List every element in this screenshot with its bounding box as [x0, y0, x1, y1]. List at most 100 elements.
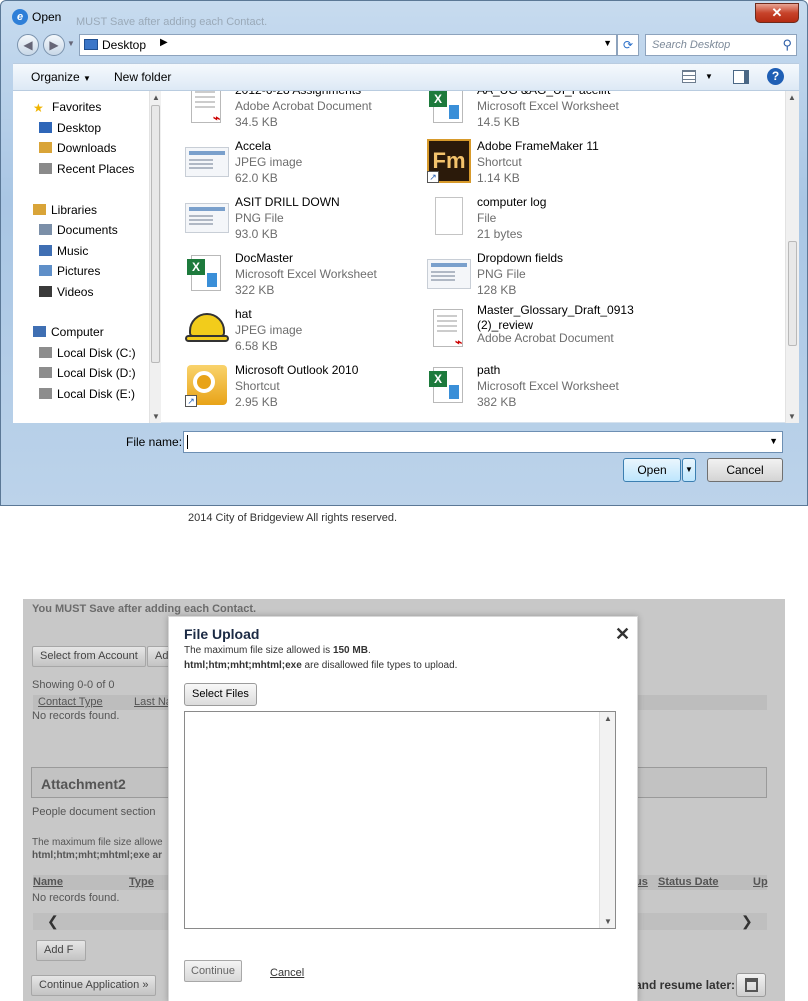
col-status-date[interactable]: Status Date [658, 876, 719, 888]
save-resume-button[interactable] [736, 973, 766, 997]
file-list-scrollbar[interactable]: ▲ ▼ [785, 91, 799, 423]
framemaker-icon: Fm ↗ [427, 139, 471, 183]
scroll-down-icon[interactable]: ▼ [152, 412, 160, 421]
file-name-input[interactable]: ▼ [183, 431, 783, 453]
col-type[interactable]: Type [129, 876, 154, 888]
pictures-icon [39, 265, 52, 276]
scroll-left-icon[interactable]: ❮ [47, 913, 59, 930]
select-from-account-button[interactable]: Select from Account [32, 646, 146, 667]
scroll-down-icon[interactable]: ▼ [604, 917, 612, 926]
col-upload[interactable]: Up [753, 876, 768, 888]
modal-title: File Upload [184, 626, 260, 642]
nav-item[interactable]: Local Disk (E:) [39, 387, 135, 401]
file-name: hat [235, 307, 252, 321]
file-upload-modal: File Upload ✕ The maximum file size allo… [168, 616, 638, 1001]
file-item[interactable]: ⌁ Master_Glossary_Draft_0913 (2)_review Ad… [427, 303, 667, 359]
select-files-button[interactable]: Select Files [184, 683, 257, 706]
recent-pages-chevron-icon[interactable]: ▼ [67, 39, 75, 48]
nav-item-label: Desktop [57, 121, 102, 135]
col-name[interactable]: Name [33, 876, 63, 888]
pdf-icon: ⌁ [427, 307, 471, 351]
file-type: Adobe Acrobat Document [477, 331, 614, 345]
continue-application-button[interactable]: Continue Application » [31, 975, 157, 996]
disk-icon [39, 388, 52, 399]
cancel-button[interactable]: Cancel [707, 458, 783, 482]
disallowed-types: html;htm;mht;mhtml;exe [184, 660, 302, 671]
upload-file-list[interactable]: ▲ ▼ [184, 711, 616, 929]
add-file-button[interactable]: Add F [36, 940, 86, 961]
new-folder-button[interactable]: New folder [114, 70, 171, 84]
file-item[interactable]: Fm ↗ Adobe FrameMaker 11 Shortcut 1.14 KB [427, 137, 667, 191]
scroll-down-icon[interactable]: ▼ [788, 412, 796, 421]
nav-item[interactable]: Pictures [39, 264, 100, 278]
preview-pane-icon[interactable] [733, 70, 749, 84]
nav-item[interactable]: Videos [39, 285, 93, 299]
continue-button[interactable]: Continue [184, 960, 243, 982]
nav-item[interactable]: Downloads [39, 141, 116, 155]
scroll-thumb[interactable] [788, 241, 797, 346]
forward-button[interactable]: ▶ [43, 34, 65, 56]
nav-item[interactable]: Local Disk (D:) [39, 366, 136, 380]
documents-icon [39, 224, 52, 235]
nav-item[interactable]: Desktop [39, 121, 101, 135]
col-contact-type[interactable]: Contact Type [38, 696, 103, 708]
back-button[interactable]: ◀ [17, 34, 39, 56]
file-item[interactable]: X DocMaster Microsoft Excel Worksheet 322 K… [185, 249, 425, 303]
file-item[interactable]: X AA_UG &AG_UI_Facelift Microsoft Excel Wo… [427, 91, 667, 135]
recent-places-icon [39, 163, 52, 174]
disallowed-types-text: html;htm;mht;mhtml;exe ar [32, 850, 163, 861]
copyright-text: 2014 City of Bridgeview All rights reser… [188, 512, 398, 524]
view-options-chevron-icon[interactable]: ▼ [705, 72, 713, 81]
help-icon[interactable]: ? [767, 68, 784, 85]
nav-item[interactable]: Local Disk (C:) [39, 346, 136, 360]
file-item[interactable]: ASIT DRILL DOWN PNG File 93.0 KB [185, 193, 425, 247]
navigation-pane: ★ Favorites Desktop Downloads Recent Places L… [13, 91, 161, 423]
nav-item[interactable]: Computer [33, 325, 104, 339]
file-item[interactable]: Accela JPEG image 62.0 KB [185, 137, 425, 191]
close-icon[interactable]: ✕ [615, 624, 630, 645]
breadcrumb-arrow-icon[interactable]: ▶ [160, 37, 168, 48]
file-name: Accela [235, 139, 272, 153]
navigation-scrollbar[interactable]: ▲ ▼ [149, 91, 161, 423]
file-name: Adobe FrameMaker 11 [477, 139, 599, 153]
scroll-up-icon[interactable]: ▲ [604, 714, 612, 723]
nav-item[interactable]: Documents [39, 223, 118, 237]
change-view-icon[interactable] [682, 70, 696, 83]
file-name-dropdown-icon[interactable]: ▼ [769, 436, 778, 446]
scroll-up-icon[interactable]: ▲ [788, 93, 796, 102]
file-item[interactable]: ⌁ 2012-6-28 Assignments Adobe Acrobat Docu… [185, 91, 425, 135]
computer-icon [33, 326, 46, 337]
file-item[interactable]: Xpath Microsoft Excel Worksheet 382 KB [427, 361, 667, 415]
file-item[interactable]: computer log File 21 bytes [427, 193, 667, 247]
pdf-icon: ⌁ [185, 91, 229, 127]
col-last-name[interactable]: Last Na [134, 696, 172, 708]
cancel-link[interactable]: Cancel [270, 967, 304, 979]
scroll-up-icon[interactable]: ▲ [152, 93, 160, 102]
nav-item[interactable]: ★ Favorites [33, 100, 101, 115]
max-size-value: 150 MB [332, 645, 368, 656]
file-item[interactable]: hat JPEG image 6.58 KB [185, 305, 425, 359]
nav-item[interactable]: Libraries [33, 203, 97, 217]
file-type: PNG File [477, 267, 526, 281]
scroll-right-icon[interactable]: ❯ [741, 913, 753, 930]
organize-menu[interactable]: Organize ▼ [31, 70, 91, 84]
file-item[interactable]: ↗ Microsoft Outlook 2010 Shortcut 2.95 KB [185, 361, 425, 415]
address-bar[interactable]: Desktop ▶ ▼ [79, 34, 617, 56]
videos-icon [39, 286, 52, 297]
nav-item[interactable]: Recent Places [39, 162, 134, 176]
outlook-icon: ↗ [185, 363, 229, 407]
file-list-scrollbar[interactable]: ▲ ▼ [599, 712, 615, 928]
open-options-chevron-icon[interactable]: ▼ [682, 458, 696, 482]
search-input[interactable]: Search Desktop ⚲ [645, 34, 797, 56]
search-icon[interactable]: ⚲ [782, 37, 792, 53]
open-button[interactable]: Open [623, 458, 681, 482]
file-item[interactable]: Dropdown fields PNG File 128 KB [427, 249, 667, 303]
nav-item[interactable]: Music [39, 244, 88, 258]
background-page-text: MUST Save after adding each Contact. [76, 16, 268, 28]
close-button[interactable]: ✕ [755, 3, 799, 23]
refresh-button[interactable]: ⟳ [617, 34, 639, 56]
scroll-thumb[interactable] [151, 105, 160, 363]
chevron-down-icon: ▼ [83, 74, 91, 83]
address-dropdown-icon[interactable]: ▼ [603, 38, 612, 48]
max-size-text: The maximum file size allowe [32, 837, 163, 848]
